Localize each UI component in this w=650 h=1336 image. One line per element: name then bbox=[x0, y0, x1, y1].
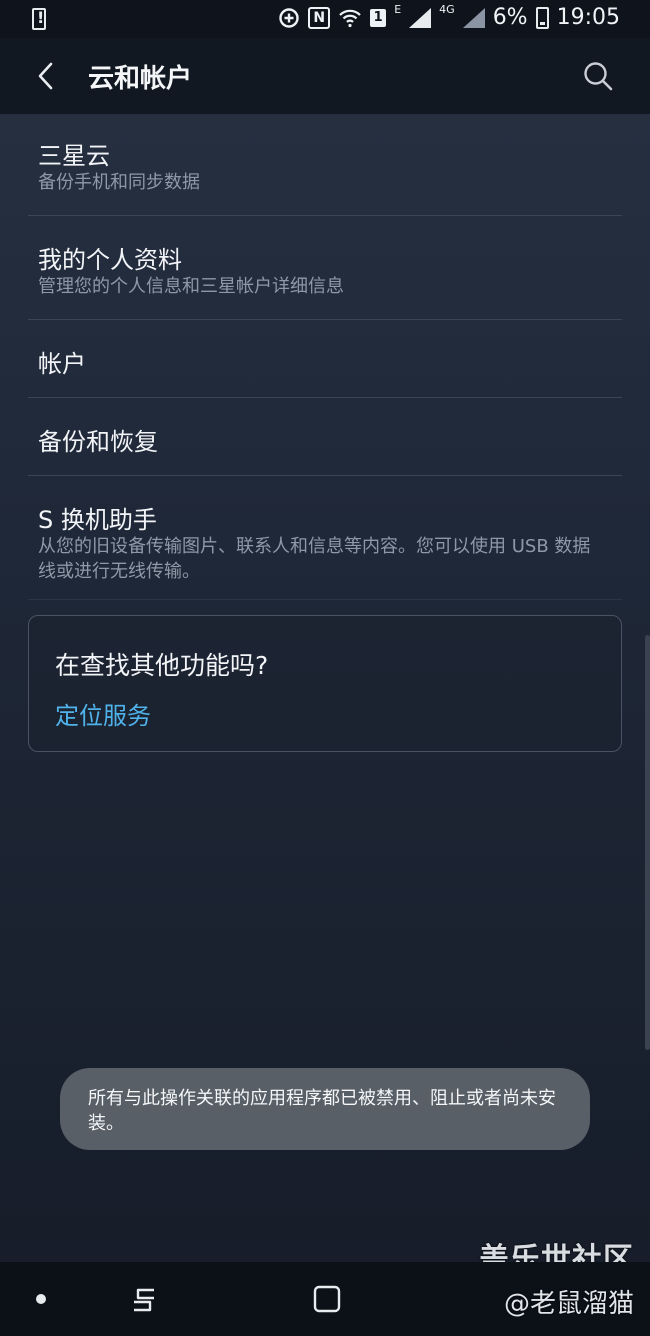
back-button[interactable] bbox=[26, 56, 66, 96]
status-right: N 1 E 4G 6% 19:05 bbox=[278, 3, 620, 30]
battery-percent: 6% bbox=[492, 5, 528, 30]
list-item-title: S 换机助手 bbox=[38, 506, 157, 534]
scrollbar[interactable] bbox=[645, 635, 650, 1050]
search-button[interactable] bbox=[578, 56, 618, 96]
list-item-title: 备份和恢复 bbox=[38, 428, 158, 456]
suggestion-card-title: 在查找其他功能吗? bbox=[55, 651, 269, 680]
list-item-subtitle: 管理您的个人信息和三星帐户详细信息 bbox=[38, 276, 344, 297]
list-item-smart-switch[interactable]: S 换机助手 从您的旧设备传输图片、联系人和信息等内容。您可以使用 USB 数据… bbox=[28, 476, 622, 600]
list-item-accounts[interactable]: 帐户 bbox=[28, 320, 622, 398]
search-icon bbox=[584, 62, 613, 91]
list-item-title: 三星云 bbox=[38, 142, 110, 170]
wifi-icon bbox=[338, 8, 362, 28]
app-bar: 云和帐户 bbox=[0, 38, 650, 114]
back-arrow-icon bbox=[38, 62, 53, 90]
list-item-my-profile[interactable]: 我的个人资料 管理您的个人信息和三星帐户详细信息 bbox=[28, 216, 622, 320]
nfc-icon: N bbox=[308, 6, 331, 29]
e-network-label: E bbox=[394, 3, 402, 16]
signal-2-icon bbox=[462, 7, 485, 28]
settings-list: 三星云 备份手机和同步数据 我的个人资料 管理您的个人信息和三星帐户详细信息 帐… bbox=[28, 114, 622, 600]
list-item-title: 帐户 bbox=[38, 350, 86, 378]
data-saver-icon bbox=[278, 7, 300, 29]
status-left bbox=[32, 8, 46, 36]
clock: 19:05 bbox=[556, 5, 620, 30]
page-title: 云和帐户 bbox=[88, 64, 193, 94]
location-services-link[interactable]: 定位服务 bbox=[55, 696, 151, 731]
list-item-subtitle: 从您的旧设备传输图片、联系人和信息等内容。您可以使用 USB 数据线或进行无线传… bbox=[38, 536, 591, 582]
list-item-backup-restore[interactable]: 备份和恢复 bbox=[28, 398, 622, 476]
status-bar: N 1 E 4G 6% 19:05 bbox=[0, 0, 650, 38]
home-icon bbox=[313, 1285, 341, 1313]
nav-dot-button[interactable] bbox=[36, 1294, 46, 1304]
list-item-title: 我的个人资料 bbox=[38, 246, 182, 274]
list-item-samsung-cloud[interactable]: 三星云 备份手机和同步数据 bbox=[28, 114, 622, 216]
signal-icon bbox=[409, 7, 432, 28]
recent-apps-button[interactable] bbox=[128, 1284, 160, 1316]
toast-text: 所有与此操作关联的应用程序都已被禁用、阻止或者尚未安装。 bbox=[88, 1088, 556, 1134]
battery-warning-icon bbox=[32, 8, 46, 30]
suggestion-card: 在查找其他功能吗? 定位服务 bbox=[28, 615, 622, 752]
battery-icon bbox=[535, 6, 549, 29]
network-type-label: 4G bbox=[439, 3, 455, 16]
home-button[interactable] bbox=[312, 1284, 342, 1314]
list-item-subtitle: 备份手机和同步数据 bbox=[38, 172, 200, 193]
recent-apps-icon bbox=[134, 1288, 154, 1312]
watermark-author: @老鼠溜猫 bbox=[503, 1289, 634, 1319]
sim-1-icon: 1 bbox=[370, 8, 387, 27]
toast-message: 所有与此操作关联的应用程序都已被禁用、阻止或者尚未安装。 bbox=[60, 1068, 590, 1150]
